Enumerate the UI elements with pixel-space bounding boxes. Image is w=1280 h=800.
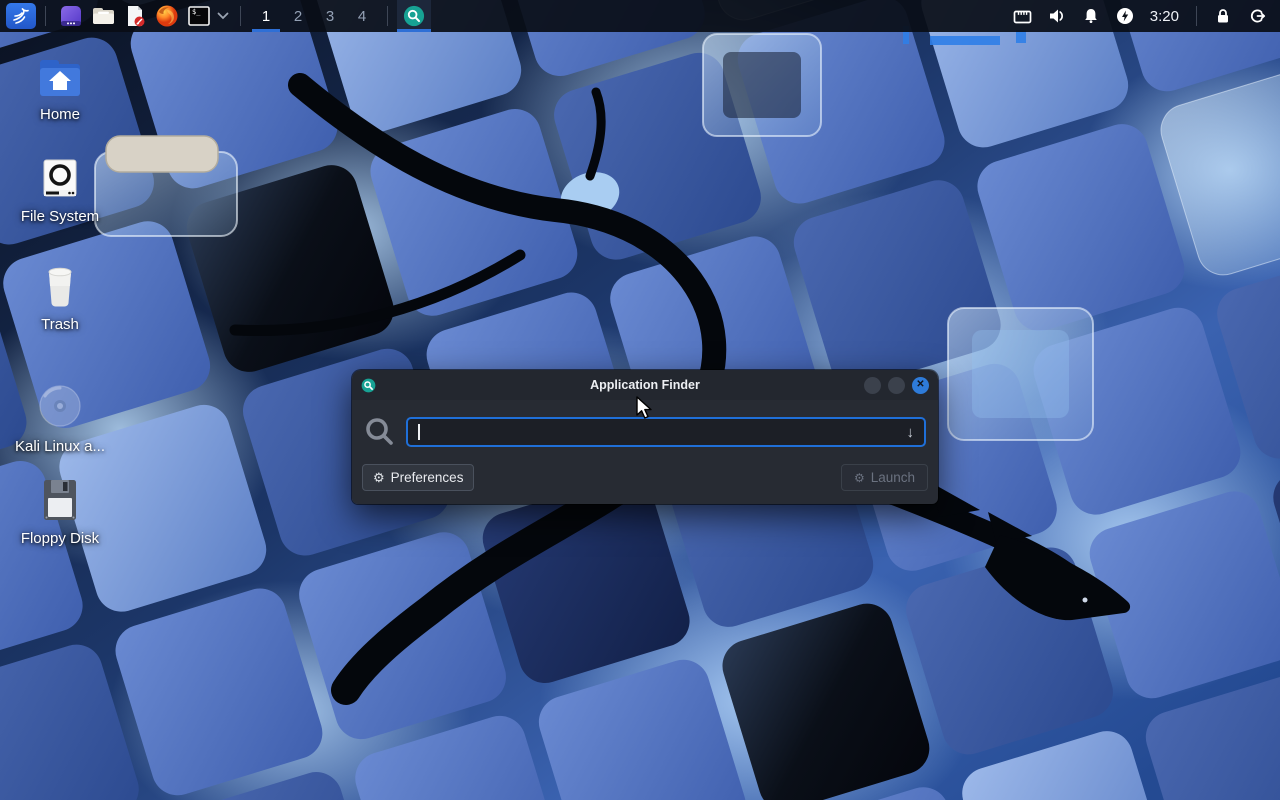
launch-button-label: Launch [871, 470, 915, 485]
folder-icon [91, 4, 116, 28]
hard-drive-icon [5, 158, 115, 202]
search-input[interactable]: ↓ [406, 417, 926, 447]
panel-separator [240, 6, 241, 26]
document-icon [123, 4, 147, 28]
maximize-button[interactable] [888, 377, 905, 394]
dropdown-arrow-icon[interactable]: ↓ [907, 425, 915, 440]
gear-icon: ⚙ [373, 470, 385, 486]
launcher-desktop-app[interactable] [55, 1, 87, 31]
preferences-button-label: Preferences [391, 470, 464, 485]
notifications-bell-icon[interactable] [1074, 0, 1108, 32]
desktop-icon-label: Floppy Disk [5, 530, 115, 547]
volume-icon[interactable] [1040, 0, 1074, 32]
launcher-terminal[interactable]: $_ [183, 1, 215, 31]
application-finder-window: Application Finder ✕ ↓ ⚙ Preferences [352, 370, 938, 504]
search-icon [364, 414, 396, 450]
applications-menu-button[interactable] [6, 3, 36, 29]
window-controls: ✕ [864, 377, 929, 394]
workspace-1[interactable]: 1 [250, 0, 282, 32]
terminal-icon: $_ [187, 4, 211, 28]
firefox-icon [155, 4, 179, 28]
terminal-dropdown-chevron-icon[interactable] [215, 1, 231, 31]
close-button[interactable]: ✕ [912, 377, 929, 394]
kali-dragon-icon [11, 6, 31, 26]
desktop-icon-trash[interactable]: Trash [5, 262, 115, 333]
launcher-file-manager[interactable] [87, 1, 119, 31]
lock-screen-icon[interactable] [1206, 0, 1240, 32]
panel-separator [1196, 6, 1197, 26]
workspace-3[interactable]: 3 [314, 0, 346, 32]
clock[interactable]: 3:20 [1142, 8, 1187, 25]
titlebar[interactable]: Application Finder ✕ [352, 370, 938, 400]
top-panel: $_ 1 2 3 4 [0, 0, 1280, 32]
desktop-icon-home[interactable]: Home [5, 56, 115, 123]
panel-separator [45, 6, 46, 26]
launcher-text-editor[interactable] [119, 1, 151, 31]
launch-button[interactable]: ⚙ Launch [841, 464, 928, 491]
purple-window-icon [59, 4, 83, 28]
taskbar-application-finder[interactable] [397, 0, 431, 32]
desktop-icon-label: Trash [5, 316, 115, 333]
launcher-firefox[interactable] [151, 1, 183, 31]
logout-icon[interactable] [1240, 0, 1274, 32]
launch-gear-icon: ⚙ [854, 471, 865, 485]
workspace-2[interactable]: 2 [282, 0, 314, 32]
trash-bucket-icon [5, 262, 115, 310]
window-app-finder-icon [361, 378, 376, 393]
terminal-glyph: $_ [192, 8, 201, 16]
preferences-button[interactable]: ⚙ Preferences [362, 464, 474, 491]
app-finder-icon [403, 4, 425, 28]
window-title: Application Finder [352, 378, 938, 392]
power-manager-icon[interactable] [1108, 0, 1142, 32]
desktop-icon-floppy-disk[interactable]: Floppy Disk [5, 476, 115, 547]
home-folder-icon [5, 56, 115, 100]
desktop-icon-file-system[interactable]: File System [5, 158, 115, 225]
workspace-4[interactable]: 4 [346, 0, 378, 32]
desktop-icon-label: File System [5, 208, 115, 225]
desktop-icon-kali-linux[interactable]: Kali Linux a... [5, 380, 115, 455]
text-caret [418, 424, 420, 440]
system-tray: 3:20 [1006, 0, 1274, 32]
finder-body: ↓ ⚙ Preferences ⚙ Launch [352, 400, 938, 504]
minimize-button[interactable] [864, 377, 881, 394]
network-icon[interactable] [1006, 0, 1040, 32]
desktop-icon-label: Kali Linux a... [5, 438, 115, 455]
panel-separator [387, 6, 388, 26]
desktop-icon-label: Home [5, 106, 115, 123]
disc-icon [5, 380, 115, 432]
floppy-disk-icon [5, 476, 115, 524]
